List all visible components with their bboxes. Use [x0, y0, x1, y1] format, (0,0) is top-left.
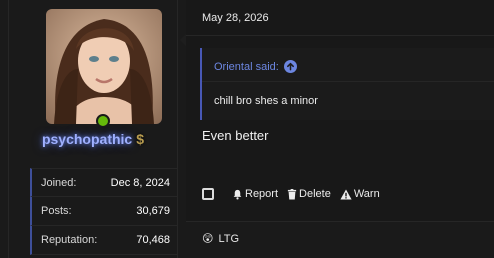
post-body: Even better — [202, 128, 269, 143]
stat-row-joined: Joined: Dec 8, 2024 — [30, 168, 178, 197]
warn-label: Warn — [353, 188, 380, 200]
stat-value: 70,468 — [136, 234, 170, 246]
stat-label: Joined: — [41, 176, 77, 189]
quote-text: chill bro shes a minor — [214, 95, 318, 107]
post-date[interactable]: May 28, 2026 — [202, 12, 269, 24]
message-content: May 28, 2026 Oriental said: chill bro sh… — [186, 0, 494, 258]
quote-attribution[interactable]: Oriental said: — [214, 60, 297, 73]
reaction-users[interactable]: LTG — [218, 233, 239, 245]
trash-icon — [287, 188, 297, 200]
arrow-up-circle-icon[interactable] — [283, 60, 297, 73]
stat-value[interactable]: 30,679 — [136, 205, 170, 217]
username-row: psychopathic $ — [0, 131, 186, 147]
stat-row-posts: Posts: 30,679 — [30, 197, 178, 226]
delete-label: Delete — [299, 188, 331, 200]
divider — [186, 35, 494, 36]
stat-value: Dec 8, 2024 — [110, 176, 170, 189]
delete-button[interactable]: Delete — [287, 188, 331, 200]
post-actions: Report Delete Warn — [202, 186, 389, 202]
bell-icon — [233, 189, 242, 199]
stat-label: Reputation: — [41, 234, 98, 246]
dollar-icon: $ — [136, 131, 145, 147]
reactions-bar: 😲 LTG — [186, 221, 494, 258]
astonished-face-icon: 😲 — [202, 233, 214, 245]
divider — [202, 81, 494, 82]
stat-label: Posts: — [41, 205, 72, 217]
warning-icon — [340, 189, 352, 199]
report-label: Report — [245, 188, 279, 200]
quote-author[interactable]: Oriental said: — [214, 61, 279, 73]
reaction-summary[interactable]: 😲 LTG — [202, 232, 239, 246]
warn-button[interactable]: Warn — [340, 188, 380, 200]
report-button[interactable]: Report — [232, 188, 278, 200]
user-stats: Joined: Dec 8, 2024 Posts: 30,679 Reputa… — [30, 168, 178, 255]
select-post-checkbox[interactable] — [202, 188, 214, 200]
avatar[interactable] — [46, 9, 162, 124]
user-info-panel: psychopathic $ Joined: Dec 8, 2024 Posts:… — [0, 0, 186, 258]
online-status-indicator — [96, 114, 110, 128]
quote-block: Oriental said: chill bro shes a minor — [200, 48, 494, 120]
username[interactable]: psychopathic — [42, 131, 132, 147]
stat-row-reputation: Reputation: 70,468 — [30, 226, 178, 255]
